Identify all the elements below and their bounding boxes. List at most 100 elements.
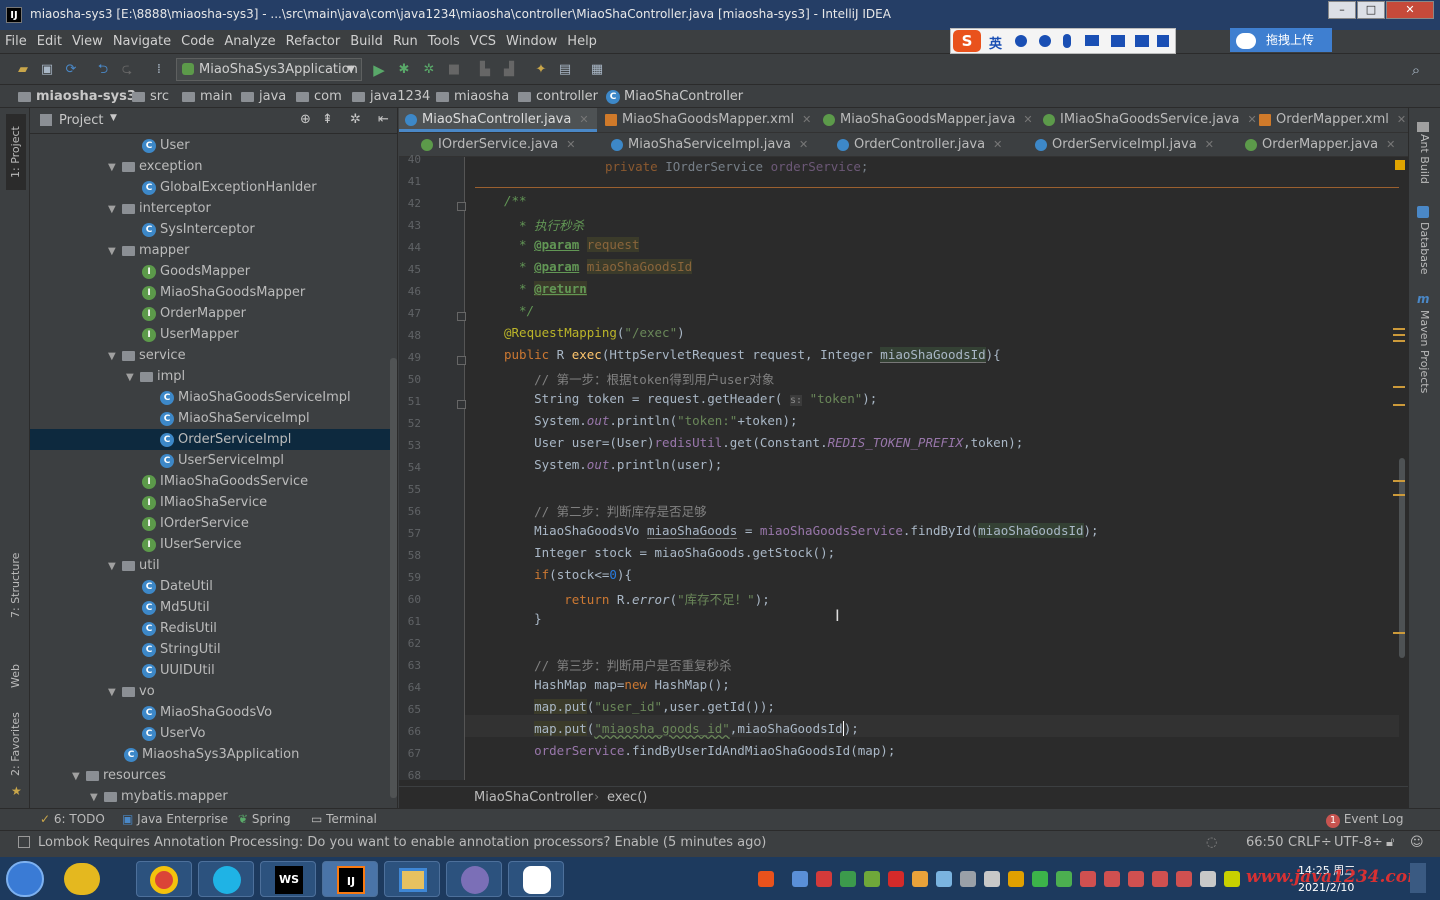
inspector-icon[interactable]: ☺	[1410, 835, 1424, 850]
tab-ordermapper-xml[interactable]: OrderMapper.xml ✕	[1253, 108, 1407, 132]
close-window-button[interactable]: ✕	[1386, 1, 1434, 19]
tree-file[interactable]: C Md5Util	[142, 597, 210, 618]
tray-icon[interactable]	[888, 871, 904, 887]
tree-file[interactable]: I IOrderService	[142, 513, 249, 534]
tab-imiaoshagoodsservice[interactable]: IMiaoShaGoodsService.java ✕	[1037, 108, 1257, 132]
favorites-tool-label[interactable]: 2: Favorites	[9, 712, 22, 776]
nvidia-icon[interactable]	[864, 871, 880, 887]
qq-icon[interactable]	[1104, 871, 1120, 887]
project-tool-label[interactable]: 1: Project	[9, 126, 22, 178]
breadcrumb-item-controller[interactable]: controller	[518, 89, 598, 104]
search-icon[interactable]: ⌕	[1407, 61, 1425, 79]
tree-file[interactable]: C DateUtil	[142, 576, 213, 597]
chevron-down-icon[interactable]: ▼	[90, 787, 104, 808]
tab-ordercontroller[interactable]: OrderController.java ✕	[831, 133, 1011, 157]
tree-file[interactable]: I UserMapper	[142, 324, 239, 345]
tree-file[interactable]: I IMiaoShaService	[142, 492, 267, 513]
start-button[interactable]	[6, 861, 44, 897]
debug-icon[interactable]: ✱	[395, 61, 413, 79]
project-scrollbar[interactable]	[390, 358, 397, 798]
chevron-down-icon[interactable]: ▼	[108, 556, 122, 577]
tab-orderserviceimpl[interactable]: OrderServiceImpl.java ✕	[1029, 133, 1214, 157]
breadcrumb-item-class[interactable]: C MiaoShaController	[606, 89, 743, 104]
chrome-taskbar-button[interactable]	[136, 861, 192, 897]
menu-code[interactable]: Code	[176, 30, 219, 54]
editor-crumb-class[interactable]: MiaoShaController	[474, 790, 593, 805]
qq-icon[interactable]	[1080, 871, 1096, 887]
menu-refactor[interactable]: Refactor	[281, 30, 346, 54]
menu-file[interactable]: File	[0, 30, 32, 54]
coverage-icon[interactable]: ✲	[420, 61, 438, 79]
chevron-down-icon[interactable]: ▼	[126, 367, 140, 388]
webstorm-taskbar-button[interactable]: WS	[260, 861, 316, 897]
tray-icon[interactable]	[936, 871, 952, 887]
project-structure-icon[interactable]: ▤	[556, 61, 574, 79]
open-folder-icon[interactable]: ▰	[14, 61, 32, 79]
tree-file[interactable]: C MiaoshaSys3Application	[124, 744, 299, 765]
qq-browser-taskbar-button[interactable]	[198, 861, 254, 897]
chevron-down-icon[interactable]: ▼	[108, 241, 122, 262]
tree-folder[interactable]: ▼ impl	[126, 366, 185, 387]
file-encoding[interactable]: UTF-8÷	[1334, 835, 1383, 850]
shield-icon[interactable]	[840, 871, 856, 887]
tray-icon[interactable]	[1224, 871, 1240, 887]
tree-file[interactable]: C GlobalExceptionHanlder	[142, 177, 317, 198]
breadcrumb-item-project[interactable]: miaosha-sys3	[18, 89, 136, 104]
collapse-all-icon[interactable]: ⇞	[322, 112, 333, 127]
tab-miaoshagoodsmapper-java[interactable]: MiaoShaGoodsMapper.java ✕	[817, 108, 1035, 132]
tree-file[interactable]: C UUIDUtil	[142, 660, 215, 681]
sdk-icon[interactable]: ▦	[588, 61, 606, 79]
tree-folder[interactable]: ▼ exception	[108, 156, 203, 177]
attach-icon[interactable]: ▙	[476, 61, 494, 79]
tab-iorderservice[interactable]: IOrderService.java ✕	[415, 133, 597, 157]
wechat-icon[interactable]	[1032, 871, 1048, 887]
breadcrumb-item-main[interactable]: main	[182, 89, 232, 104]
tree-file[interactable]: I MiaoShaGoodsMapper	[142, 282, 305, 303]
chevron-down-icon[interactable]: ▼	[72, 766, 86, 787]
tree-file[interactable]: C UserVo	[142, 723, 205, 744]
structure-tool-label[interactable]: 7: Structure	[9, 553, 22, 618]
volume-icon[interactable]	[1200, 871, 1216, 887]
tree-folder[interactable]: ▼ mapper	[108, 240, 189, 261]
update-icon[interactable]: ▟	[500, 61, 518, 79]
minimize-button[interactable]: –	[1328, 1, 1356, 19]
toolbox-icon[interactable]	[1157, 35, 1169, 47]
intellij-taskbar-button[interactable]: IJ	[322, 861, 378, 897]
back-icon[interactable]: ⮌	[94, 61, 112, 79]
sogou-tray-icon[interactable]	[758, 871, 774, 887]
breadcrumb-item-com[interactable]: com	[296, 89, 342, 104]
lock-icon[interactable]: 🔓︎	[1386, 835, 1394, 850]
punctuation-icon[interactable]	[1015, 35, 1027, 47]
tree-file[interactable]: I IUserService	[142, 534, 242, 555]
build-project-icon[interactable]: ⁞	[150, 61, 168, 79]
breadcrumb-item-java[interactable]: java	[241, 89, 286, 104]
ime-mode-label[interactable]: 英	[989, 33, 1002, 52]
tray-icon[interactable]	[960, 871, 976, 887]
editor-crumb-method[interactable]: exec()	[607, 790, 647, 805]
run-icon[interactable]: ▶	[370, 61, 388, 79]
tree-file[interactable]: I IMiaoShaGoodsService	[142, 471, 308, 492]
menu-window[interactable]: Window	[501, 30, 562, 54]
web-tool-label[interactable]: Web	[9, 664, 22, 688]
user-icon[interactable]	[1111, 35, 1125, 47]
menu-analyze[interactable]: Analyze	[219, 30, 280, 54]
chevron-down-icon[interactable]: ▼	[108, 199, 122, 220]
breadcrumb-item-java1234[interactable]: java1234	[352, 89, 430, 104]
tree-file[interactable]: C RedisUtil	[142, 618, 217, 639]
file-explorer-taskbar-button[interactable]	[384, 861, 440, 897]
baidu-cloud-taskbar-button[interactable]	[508, 861, 564, 897]
show-desktop-button[interactable]	[1410, 863, 1426, 893]
qq-icon[interactable]	[1152, 871, 1168, 887]
chevron-down-icon[interactable]: ▼	[110, 113, 117, 123]
tree-file[interactable]: C OrderServiceImpl	[30, 429, 390, 450]
ant-build-tool-label[interactable]: Ant Build	[1418, 134, 1431, 184]
taskbar-app-icon[interactable]	[64, 863, 100, 895]
qq-icon[interactable]	[1128, 871, 1144, 887]
tree-file[interactable]: C MiaoShaGoodsVo	[142, 702, 272, 723]
microphone-icon[interactable]	[1063, 34, 1071, 48]
tree-file[interactable]: C MiaoShaServiceImpl	[160, 408, 310, 429]
terminal-tool-button[interactable]: ▭ Terminal	[311, 812, 377, 826]
status-toggle-icon[interactable]	[18, 836, 30, 848]
line-separator[interactable]: CRLF÷	[1288, 835, 1332, 850]
tree-file[interactable]: C UserServiceImpl	[160, 450, 284, 471]
